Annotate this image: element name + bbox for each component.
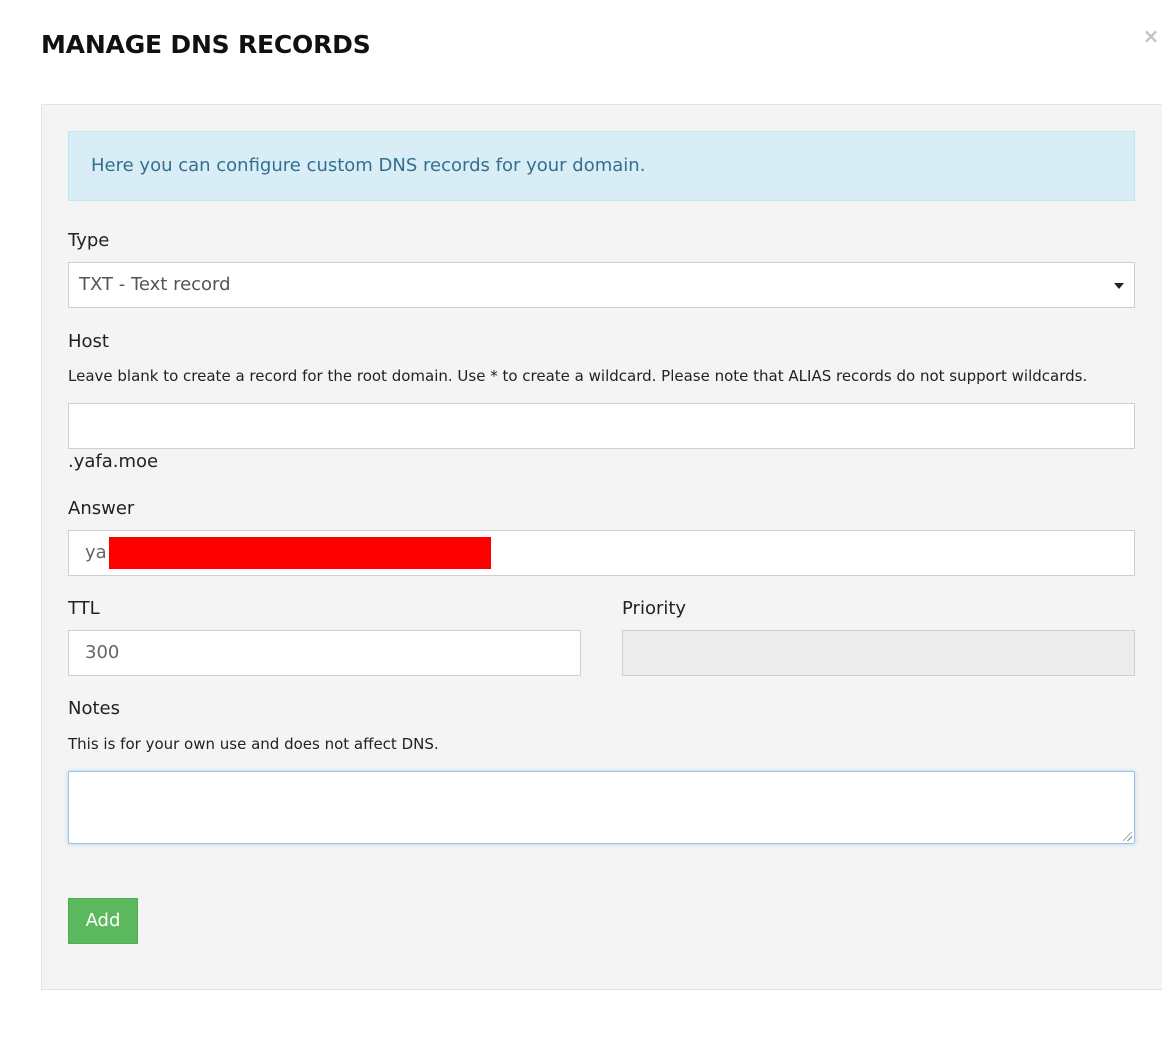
type-label: Type (68, 230, 110, 251)
answer-input[interactable]: ya (68, 530, 1135, 576)
priority-label: Priority (622, 598, 687, 619)
notes-label: Notes (68, 698, 120, 719)
ttl-label: TTL (68, 598, 100, 619)
host-label: Host (68, 331, 109, 352)
modal-title: MANAGE DNS RECORDS (41, 30, 371, 59)
priority-input (622, 630, 1135, 676)
type-select-value: TXT - Text record (79, 274, 231, 295)
ttl-input[interactable]: 300 (68, 630, 581, 676)
host-input[interactable] (68, 403, 1135, 449)
answer-input-value: ya (85, 542, 107, 563)
ttl-input-value: 300 (85, 642, 120, 663)
dns-form-panel: Here you can configure custom DNS record… (41, 104, 1162, 990)
info-alert: Here you can configure custom DNS record… (68, 131, 1135, 201)
add-button[interactable]: Add (68, 898, 138, 944)
type-select[interactable]: TXT - Text record (68, 262, 1135, 308)
manage-dns-modal: MANAGE DNS RECORDS × Here you can config… (0, 0, 1162, 1043)
chevron-down-icon (1114, 283, 1124, 289)
answer-label: Answer (68, 498, 135, 519)
resize-handle-icon[interactable] (1123, 832, 1132, 841)
host-domain-suffix: .yafa.moe (68, 451, 159, 472)
redaction-block (109, 537, 491, 569)
close-icon[interactable]: × (1142, 24, 1160, 48)
notes-help-text: This is for your own use and does not af… (68, 735, 439, 753)
host-help-text: Leave blank to create a record for the r… (68, 367, 1088, 385)
notes-textarea[interactable] (68, 771, 1135, 844)
